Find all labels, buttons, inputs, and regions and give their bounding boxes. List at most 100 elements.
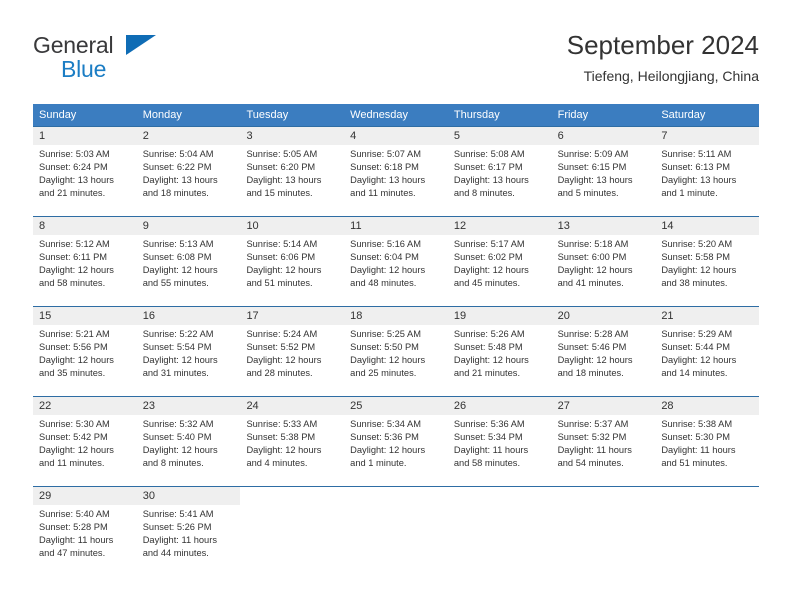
day-details: Sunrise: 5:13 AM Sunset: 6:08 PM Daylight:…: [137, 235, 241, 290]
daylight-text-line2: and 45 minutes.: [453, 278, 521, 288]
day-cell[interactable]: 18 Sunrise: 5:25 AM Sunset: 5:50 PM Dayligh…: [344, 307, 448, 396]
day-cell[interactable]: 21 Sunrise: 5:29 AM Sunset: 5:44 PM Dayligh…: [655, 307, 760, 396]
weekday-wednesday: Wednesday: [350, 109, 409, 121]
sunrise-text: Sunrise: 5:20 AM: [661, 239, 733, 249]
day-cell[interactable]: 29 Sunrise: 5:40 AM Sunset: 5:28 PM Dayligh…: [33, 487, 137, 576]
sunset-text: Sunset: 6:02 PM: [453, 252, 523, 262]
day-cell[interactable]: 10 Sunrise: 5:14 AM Sunset: 6:06 PM Dayligh…: [240, 217, 345, 306]
day-cell[interactable]: 28 Sunrise: 5:38 AM Sunset: 5:30 PM Dayligh…: [655, 397, 760, 486]
week-row: 29 Sunrise: 5:40 AM Sunset: 5:28 PM Dayligh…: [33, 486, 759, 576]
weekday-sunday: Sunday: [39, 109, 77, 121]
day-details: Sunrise: 5:37 AM Sunset: 5:32 PM Daylight:…: [552, 415, 656, 470]
day-details: Sunrise: 5:22 AM Sunset: 5:54 PM Daylight:…: [137, 325, 241, 380]
daylight-text-line1: Daylight: 12 hours: [453, 355, 529, 365]
day-number: 16: [136, 307, 241, 325]
day-details: Sunrise: 5:11 AM Sunset: 6:13 PM Daylight:…: [655, 145, 759, 200]
calendar-page: General Blue September 2024 Tiefeng, Hei…: [0, 0, 792, 612]
day-cell[interactable]: 26 Sunrise: 5:36 AM Sunset: 5:34 PM Dayligh…: [447, 397, 552, 486]
day-cell[interactable]: 15 Sunrise: 5:21 AM Sunset: 5:56 PM Dayligh…: [33, 307, 137, 396]
day-details: Sunrise: 5:41 AM Sunset: 5:26 PM Daylight:…: [137, 505, 241, 560]
day-number: 30: [136, 487, 241, 505]
sunset-text: Sunset: 6:22 PM: [142, 162, 212, 172]
page-header: General Blue September 2024 Tiefeng, Hei…: [33, 28, 759, 94]
day-cell[interactable]: 20 Sunrise: 5:28 AM Sunset: 5:46 PM Dayligh…: [551, 307, 656, 396]
day-details: Sunrise: 5:14 AM Sunset: 6:06 PM Daylight:…: [240, 235, 344, 290]
daylight-text-line1: Daylight: 12 hours: [246, 265, 322, 275]
daylight-text-line2: and 25 minutes.: [350, 368, 417, 378]
day-cell[interactable]: 25 Sunrise: 5:34 AM Sunset: 5:36 PM Dayligh…: [344, 397, 448, 486]
daylight-text-line2: and 54 minutes.: [557, 458, 624, 468]
day-cell[interactable]: 30 Sunrise: 5:41 AM Sunset: 5:26 PM Dayligh…: [136, 487, 241, 576]
day-cell[interactable]: 19 Sunrise: 5:26 AM Sunset: 5:48 PM Dayligh…: [447, 307, 552, 396]
day-number: 8: [33, 217, 137, 235]
week-row: 8 Sunrise: 5:12 AM Sunset: 6:11 PM Daylight…: [33, 216, 760, 306]
day-cell[interactable]: 12 Sunrise: 5:17 AM Sunset: 6:02 PM Dayligh…: [447, 217, 552, 306]
daylight-text-line2: and 15 minutes.: [246, 188, 313, 198]
day-cell[interactable]: 4 Sunrise: 5:07 AM Sunset: 6:18 PM Daylight…: [344, 127, 448, 216]
page-title: September 2024: [566, 30, 759, 60]
day-cell[interactable]: 2 Sunrise: 5:04 AM Sunset: 6:22 PM Daylight…: [136, 127, 241, 216]
day-number: [448, 487, 552, 505]
day-details: Sunrise: 5:40 AM Sunset: 5:28 PM Daylight:…: [33, 505, 137, 560]
sunset-text: Sunset: 5:50 PM: [350, 342, 419, 352]
day-details: Sunrise: 5:16 AM Sunset: 6:04 PM Daylight:…: [344, 235, 448, 290]
sunset-text: Sunset: 5:48 PM: [453, 342, 523, 352]
day-number: 7: [655, 127, 760, 145]
day-number: 27: [551, 397, 656, 415]
day-number: 3: [240, 127, 345, 145]
day-cell[interactable]: 7 Sunrise: 5:11 AM Sunset: 6:13 PM Daylight…: [655, 127, 760, 216]
day-cell[interactable]: 6 Sunrise: 5:09 AM Sunset: 6:15 PM Daylight…: [551, 127, 656, 216]
sunrise-text: Sunrise: 5:16 AM: [350, 239, 421, 249]
day-number: 29: [33, 487, 137, 505]
day-cell[interactable]: 27 Sunrise: 5:37 AM Sunset: 5:32 PM Dayligh…: [551, 397, 656, 486]
sunset-text: Sunset: 5:44 PM: [661, 342, 731, 352]
day-cell[interactable]: 16 Sunrise: 5:22 AM Sunset: 5:54 PM Dayligh…: [136, 307, 241, 396]
day-cell-empty: [448, 487, 552, 576]
day-number: [552, 487, 656, 505]
sunset-text: Sunset: 5:34 PM: [453, 432, 523, 442]
day-cell[interactable]: 13 Sunrise: 5:18 AM Sunset: 6:00 PM Dayligh…: [551, 217, 656, 306]
sunrise-text: Sunrise: 5:14 AM: [246, 239, 318, 249]
sunrise-text: Sunrise: 5:07 AM: [350, 149, 421, 159]
brand-name-general: General: [33, 32, 114, 58]
daylight-text-line2: and 44 minutes.: [142, 548, 209, 558]
sunset-text: Sunset: 5:38 PM: [246, 432, 316, 442]
day-cell[interactable]: 14 Sunrise: 5:20 AM Sunset: 5:58 PM Dayligh…: [655, 217, 760, 306]
weekday-header-row: Sunday Monday Tuesday Wednesday Thursday…: [33, 104, 759, 126]
day-cell[interactable]: 11 Sunrise: 5:16 AM Sunset: 6:04 PM Dayligh…: [344, 217, 448, 306]
sunset-text: Sunset: 6:24 PM: [39, 162, 108, 172]
general-blue-logo[interactable]: General Blue: [33, 32, 163, 84]
weekday-tuesday: Tuesday: [246, 109, 289, 121]
day-details: Sunrise: 5:38 AM Sunset: 5:30 PM Daylight:…: [655, 415, 759, 470]
day-details: Sunrise: 5:08 AM Sunset: 6:17 PM Daylight:…: [448, 145, 552, 200]
sunset-text: Sunset: 6:17 PM: [453, 162, 523, 172]
day-cell[interactable]: 1 Sunrise: 5:03 AM Sunset: 6:24 PM Daylight…: [33, 127, 137, 216]
sunrise-text: Sunrise: 5:11 AM: [661, 149, 732, 159]
daylight-text-line1: Daylight: 12 hours: [142, 265, 218, 275]
day-cell[interactable]: 3 Sunrise: 5:05 AM Sunset: 6:20 PM Daylight…: [240, 127, 345, 216]
day-number: 2: [136, 127, 241, 145]
day-details: Sunrise: 5:25 AM Sunset: 5:50 PM Daylight:…: [344, 325, 448, 380]
daylight-text-line2: and 51 minutes.: [661, 458, 728, 468]
daylight-text-line1: Daylight: 12 hours: [39, 265, 114, 275]
day-cell[interactable]: 22 Sunrise: 5:30 AM Sunset: 5:42 PM Dayligh…: [33, 397, 137, 486]
day-cell[interactable]: 9 Sunrise: 5:13 AM Sunset: 6:08 PM Daylight…: [136, 217, 241, 306]
day-cell[interactable]: 17 Sunrise: 5:24 AM Sunset: 5:52 PM Dayligh…: [240, 307, 345, 396]
daylight-text-line1: Daylight: 13 hours: [661, 175, 737, 185]
day-cell[interactable]: 24 Sunrise: 5:33 AM Sunset: 5:38 PM Dayligh…: [240, 397, 345, 486]
day-cell[interactable]: 5 Sunrise: 5:08 AM Sunset: 6:17 PM Daylight…: [447, 127, 552, 216]
daylight-text-line1: Daylight: 12 hours: [557, 355, 633, 365]
day-number: 1: [33, 127, 137, 145]
daylight-text-line1: Daylight: 12 hours: [246, 445, 322, 455]
sunset-text: Sunset: 5:52 PM: [246, 342, 316, 352]
day-cell[interactable]: 8 Sunrise: 5:12 AM Sunset: 6:11 PM Daylight…: [33, 217, 137, 306]
daylight-text-line2: and 21 minutes.: [39, 188, 106, 198]
day-details: Sunrise: 5:04 AM Sunset: 6:22 PM Daylight:…: [137, 145, 241, 200]
sunset-text: Sunset: 6:06 PM: [246, 252, 316, 262]
day-cell[interactable]: 23 Sunrise: 5:32 AM Sunset: 5:40 PM Dayligh…: [136, 397, 241, 486]
daylight-text-line1: Daylight: 11 hours: [453, 445, 529, 455]
daylight-text-line1: Daylight: 12 hours: [350, 265, 426, 275]
daylight-text-line1: Daylight: 11 hours: [661, 445, 736, 455]
sunset-text: Sunset: 6:13 PM: [661, 162, 731, 172]
day-number: 20: [551, 307, 656, 325]
